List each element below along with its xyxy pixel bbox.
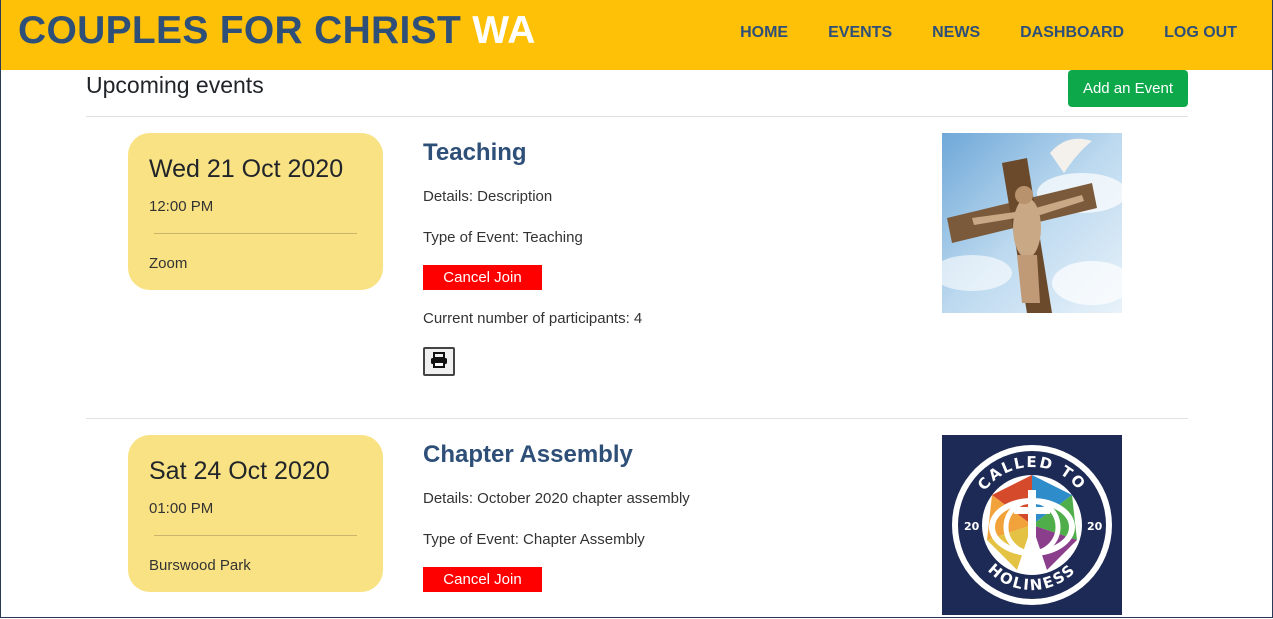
event-date-card: Sat 24 Oct 2020 01:00 PM Burswood Park [128, 435, 383, 592]
called-to-holiness-logo-image: CALLED TO HOLINESS 20 20 [942, 435, 1122, 615]
main-nav: HOME EVENTS NEWS DASHBOARD LOG OUT [740, 24, 1237, 42]
nav-logout[interactable]: LOG OUT [1164, 24, 1237, 42]
event-date: Sat 24 Oct 2020 [149, 457, 330, 485]
nav-home[interactable]: HOME [740, 24, 788, 42]
event-title[interactable]: Chapter Assembly [423, 441, 633, 469]
card-divider [154, 233, 357, 234]
nav-events[interactable]: EVENTS [828, 24, 892, 42]
event-time: 12:00 PM [149, 198, 214, 215]
event-participants: Current number of participants: 4 [423, 310, 643, 327]
logo-left-number: 20 [964, 520, 980, 533]
event-location: Zoom [149, 255, 188, 272]
brand-main: COUPLES FOR CHRIST [18, 9, 462, 52]
nav-dashboard[interactable]: DASHBOARD [1020, 24, 1124, 42]
event-date-card: Wed 21 Oct 2020 12:00 PM Zoom [128, 133, 383, 290]
site-header: COUPLES FOR CHRIST WA HOME EVENTS NEWS D… [0, 0, 1273, 70]
site-brand[interactable]: COUPLES FOR CHRIST WA [18, 9, 536, 53]
event-details: Details: Description [423, 188, 553, 205]
print-button[interactable] [423, 347, 455, 376]
add-event-button[interactable]: Add an Event [1068, 70, 1188, 107]
divider [86, 418, 1188, 419]
nav-news[interactable]: NEWS [932, 24, 980, 42]
crucifix-dove-image [942, 133, 1122, 313]
page-title: Upcoming events [86, 72, 264, 98]
event-details: Details: October 2020 chapter assembly [423, 490, 690, 507]
event-type: Type of Event: Chapter Assembly [423, 531, 645, 548]
brand-accent: WA [472, 9, 536, 52]
event-type: Type of Event: Teaching [423, 229, 583, 246]
event-title[interactable]: Teaching [423, 139, 527, 167]
card-divider [154, 535, 357, 536]
event-time: 01:00 PM [149, 500, 214, 517]
printer-icon [430, 352, 448, 371]
divider [86, 116, 1188, 117]
event-date: Wed 21 Oct 2020 [149, 155, 344, 183]
cancel-join-button[interactable]: Cancel Join [423, 567, 542, 592]
cancel-join-button[interactable]: Cancel Join [423, 265, 542, 290]
logo-right-number: 20 [1087, 520, 1103, 533]
event-location: Burswood Park [149, 557, 251, 574]
